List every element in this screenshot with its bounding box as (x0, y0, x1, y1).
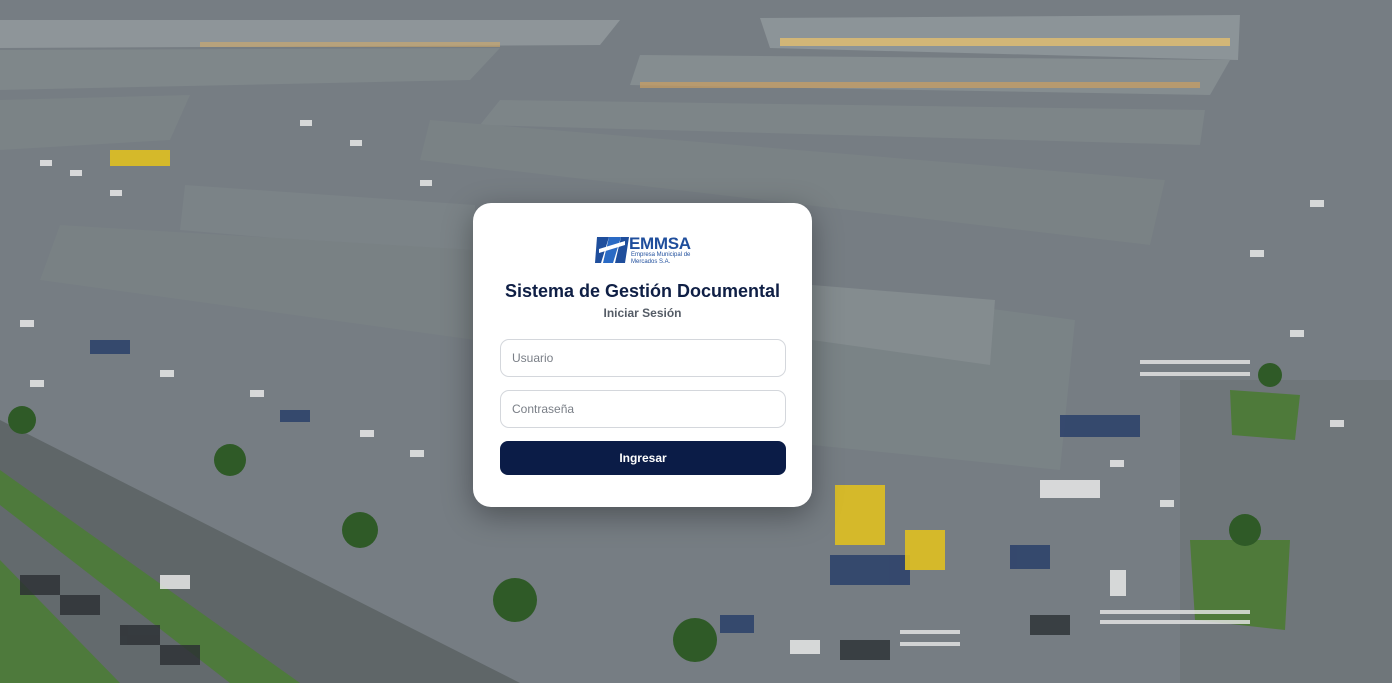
login-button[interactable]: Ingresar (500, 441, 786, 475)
page-subtitle: Iniciar Sesión (603, 306, 682, 320)
emmsa-logo: EMMSA Empresa Municipal de Mercados S.A. (595, 233, 695, 267)
username-input[interactable] (500, 339, 786, 377)
password-input[interactable] (500, 390, 786, 428)
login-card: EMMSA Empresa Municipal de Mercados S.A.… (473, 203, 812, 507)
page-title: Sistema de Gestión Documental (504, 281, 781, 301)
emmsa-logo-icon (595, 235, 629, 265)
brand-subtitle: Empresa Municipal de Mercados S.A. (631, 252, 691, 265)
brand-name: EMMSA (629, 234, 691, 253)
